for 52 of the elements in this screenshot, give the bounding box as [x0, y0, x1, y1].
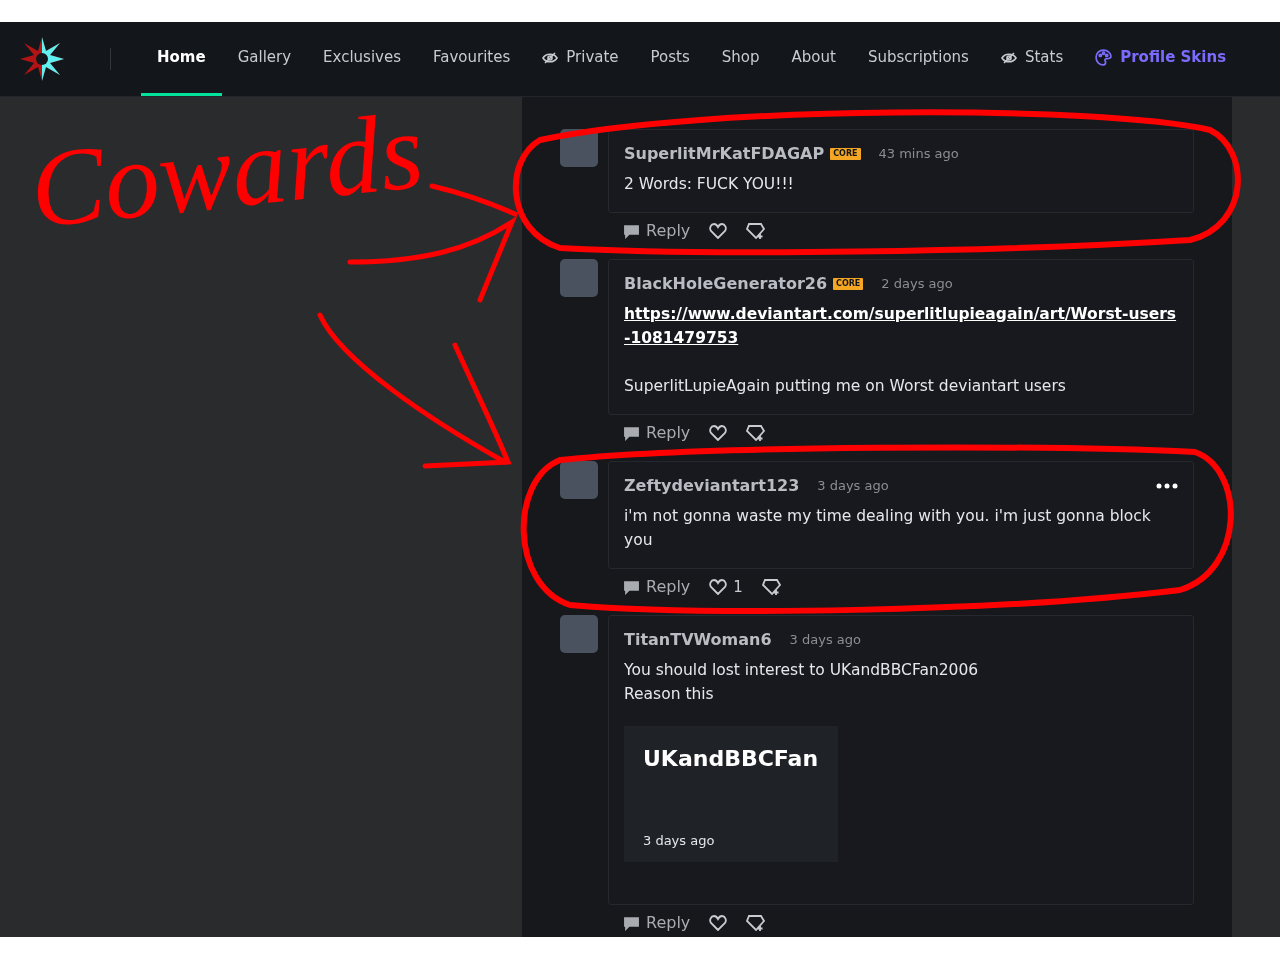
username-link[interactable]: Zeftydeviantart123 [624, 474, 800, 498]
eye-off-icon [542, 49, 559, 66]
heart-icon[interactable] [709, 579, 728, 595]
heart-icon[interactable] [709, 223, 728, 239]
comment-time: 3 days ago [789, 631, 861, 650]
comment-time: 3 days ago [817, 477, 889, 496]
deviation-preview-card[interactable]: UKandBBCFan 3 days ago [624, 726, 838, 862]
nav-tab[interactable]: Shop [705, 22, 776, 96]
handwritten-annotation: Cowards [25, 94, 428, 246]
comment-text: i'm not gonna waste my time dealing with you. i'm just gonna block you [624, 506, 1152, 551]
comment-icon [623, 578, 640, 596]
gem-plus-icon[interactable] [746, 424, 767, 442]
heart-icon[interactable] [709, 915, 728, 931]
reply-button[interactable]: Reply [623, 421, 691, 445]
preview-time: 3 days ago [643, 831, 716, 850]
nav-tab[interactable]: Profile Skins [1079, 22, 1243, 96]
reply-button[interactable]: Reply [623, 219, 691, 243]
eye-off-icon [1000, 49, 1017, 66]
nav-tab[interactable]: Private [526, 22, 635, 96]
core-badge: CORE [830, 148, 861, 160]
gem-plus-icon[interactable] [746, 914, 767, 932]
nav-tab[interactable]: About [775, 22, 852, 96]
nav-tab[interactable]: Subscriptions [851, 22, 985, 96]
comment-text: 2 Words: FUCK YOU!!! [624, 174, 795, 195]
gem-plus-icon[interactable] [746, 222, 767, 240]
username-link[interactable]: SuperlitMrKatFDAGAP [624, 142, 825, 166]
gem-plus-icon[interactable] [761, 578, 782, 596]
nav-tab[interactable]: Gallery [221, 22, 308, 96]
nav-tab[interactable]: Favourites [417, 22, 527, 96]
reply-button[interactable]: Reply [623, 911, 691, 935]
comment-text: Reason this [624, 684, 715, 705]
comment-icon [623, 222, 640, 240]
comment-text: You should lost interest to UKandBBCFan2006 [624, 660, 980, 681]
more-options-icon[interactable] [1156, 483, 1178, 489]
comment-time: 2 days ago [881, 275, 953, 294]
preview-title: UKandBBCFan [643, 745, 819, 773]
reply-button[interactable]: Reply [623, 575, 691, 599]
nav-tab[interactable]: Stats [984, 22, 1080, 96]
core-badge: CORE [833, 278, 864, 290]
nav-tab[interactable]: Exclusives [307, 22, 418, 96]
nav-tab[interactable]: Posts [634, 22, 706, 96]
like-count: 1 [733, 576, 743, 598]
username-link[interactable]: BlackHoleGenerator26 [624, 272, 828, 296]
comment-icon [623, 914, 640, 932]
comment-icon [623, 424, 640, 442]
comment-time: 43 mins ago [878, 145, 959, 164]
comment-link[interactable]: https://www.deviantart.com/superlitlupieagain/art/Worst-users-1081479753 [624, 302, 1178, 350]
palette-icon [1095, 49, 1113, 66]
heart-icon[interactable] [709, 425, 728, 441]
star-logo-icon[interactable] [20, 37, 64, 81]
username-link[interactable]: TitanTVWoman6 [624, 628, 772, 652]
comment-text: SuperlitLupieAgain putting me on Worst deviantart users [624, 376, 1067, 397]
